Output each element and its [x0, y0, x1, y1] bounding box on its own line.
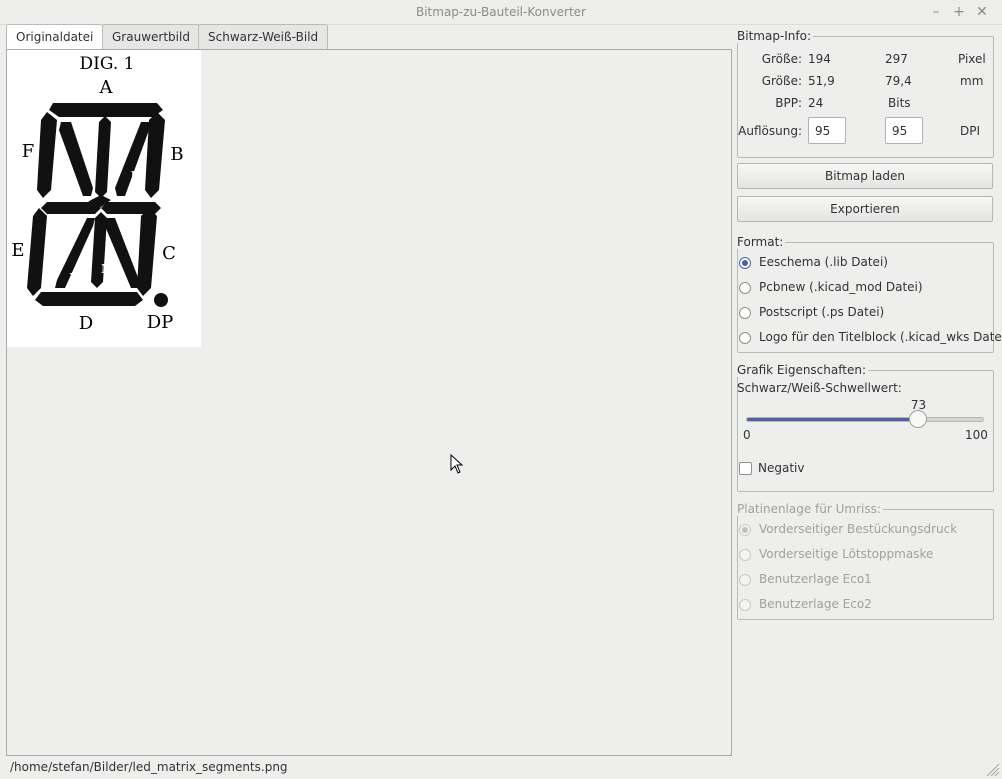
size-px-label: Größe: [761, 52, 802, 66]
radio-eeschema[interactable] [739, 257, 751, 269]
radio-soldermask [739, 549, 751, 561]
threshold-slider-handle[interactable] [908, 410, 927, 428]
bitmap-preview: DIG. 1 A B C D E F DP H J K G1 G2 N L M [7, 50, 201, 347]
resolution-unit: DPI [960, 124, 981, 138]
title-bar: Bitmap-zu-Bauteil-Konverter – + ✕ [0, 0, 1002, 25]
window-title: Bitmap-zu-Bauteil-Konverter [415, 5, 586, 19]
mouse-cursor-icon [450, 454, 464, 474]
radio-postscript[interactable] [739, 307, 751, 319]
threshold-label: Schwarz/Weiß-Schwellwert: [737, 381, 902, 395]
svg-text:G1: G1 [54, 214, 71, 228]
svg-text:A: A [99, 77, 114, 98]
format-option-label: Postscript (.ps Datei) [759, 305, 885, 319]
svg-text:G2: G2 [119, 214, 136, 228]
negative-label: Negativ [758, 461, 805, 475]
tab-black-white[interactable]: Schwarz-Weiß-Bild [198, 24, 329, 49]
svg-text:E: E [11, 240, 24, 261]
size-mm-unit: mm [960, 74, 984, 88]
format-title: Format: [737, 235, 786, 249]
size-mm-label: Größe: [761, 74, 802, 88]
svg-text:B: B [170, 144, 183, 165]
bpp-label: BPP: [775, 96, 802, 110]
preview-canvas[interactable]: DIG. 1 A B C D E F DP H J K G1 G2 N L M [6, 49, 732, 756]
threshold-slider[interactable] [746, 417, 984, 422]
resize-grip-icon[interactable] [984, 761, 1000, 777]
size-mm-height: 79,4 [885, 74, 912, 88]
layer-option-label: Vorderseitige Lötstoppmaske [759, 547, 934, 561]
minimize-icon[interactable]: – [928, 4, 944, 20]
threshold-slider-fill [747, 418, 919, 421]
format-option-label: Pcbnew (.kicad_mod Datei) [759, 280, 923, 294]
bpp-value: 24 [808, 96, 824, 110]
resolution-x-input[interactable] [808, 117, 846, 144]
svg-text:F: F [22, 141, 35, 162]
layer-option-label: Benutzerlage Eco1 [759, 572, 872, 586]
format-option-label: Logo für den Titelblock (.kicad_wks Date… [759, 330, 1002, 344]
load-bitmap-button[interactable]: Bitmap laden [737, 163, 993, 189]
graphics-title: Grafik Eigenschaften: [737, 363, 868, 377]
svg-text:M: M [101, 262, 113, 276]
tab-original[interactable]: Originaldatei [6, 24, 104, 50]
preview-heading: DIG. 1 [80, 54, 135, 74]
svg-text:K: K [131, 169, 141, 183]
resolution-y-input[interactable] [885, 117, 923, 144]
tab-grayscale[interactable]: Grauwertbild [102, 24, 200, 49]
radio-logo[interactable] [739, 332, 751, 344]
export-button[interactable]: Exportieren [737, 196, 993, 222]
size-mm-width: 51,9 [808, 74, 835, 88]
radio-pcbnew[interactable] [739, 282, 751, 294]
resolution-label: Auflösung: [738, 124, 802, 138]
svg-text:L: L [69, 271, 77, 285]
svg-text:DP: DP [147, 312, 174, 333]
svg-text:J: J [115, 135, 122, 149]
layer-option-label: Benutzerlage Eco2 [759, 597, 872, 611]
bitmap-info-title: Bitmap-Info: [737, 29, 814, 43]
radio-silkscreen [739, 524, 751, 536]
status-bar: /home/stefan/Bilder/led_matrix_segments.… [0, 757, 1002, 779]
close-icon[interactable]: ✕ [974, 4, 990, 20]
bpp-unit: Bits [888, 96, 911, 110]
negative-checkbox[interactable] [739, 462, 752, 475]
svg-text:N: N [125, 234, 136, 248]
segment-display-image: DIG. 1 A B C D E F DP H J K G1 G2 N L M [11, 54, 183, 334]
layer-option-label: Vorderseitiger Bestückungsdruck [759, 522, 958, 536]
size-px-height: 297 [885, 52, 908, 66]
radio-eco2 [739, 599, 751, 611]
size-px-width: 194 [808, 52, 831, 66]
svg-text:D: D [79, 313, 93, 334]
threshold-max: 100 [965, 428, 988, 442]
maximize-icon[interactable]: + [951, 4, 967, 20]
status-file-path: /home/stefan/Bilder/led_matrix_segments.… [10, 760, 288, 774]
format-option-label: Eeschema (.lib Datei) [759, 255, 888, 269]
radio-eco1 [739, 574, 751, 586]
svg-text:H: H [60, 159, 70, 173]
svg-text:C: C [162, 243, 176, 264]
threshold-min: 0 [743, 428, 751, 442]
layer-title: Platinenlage für Umriss: [737, 502, 883, 516]
size-px-unit: Pixel [958, 52, 986, 66]
